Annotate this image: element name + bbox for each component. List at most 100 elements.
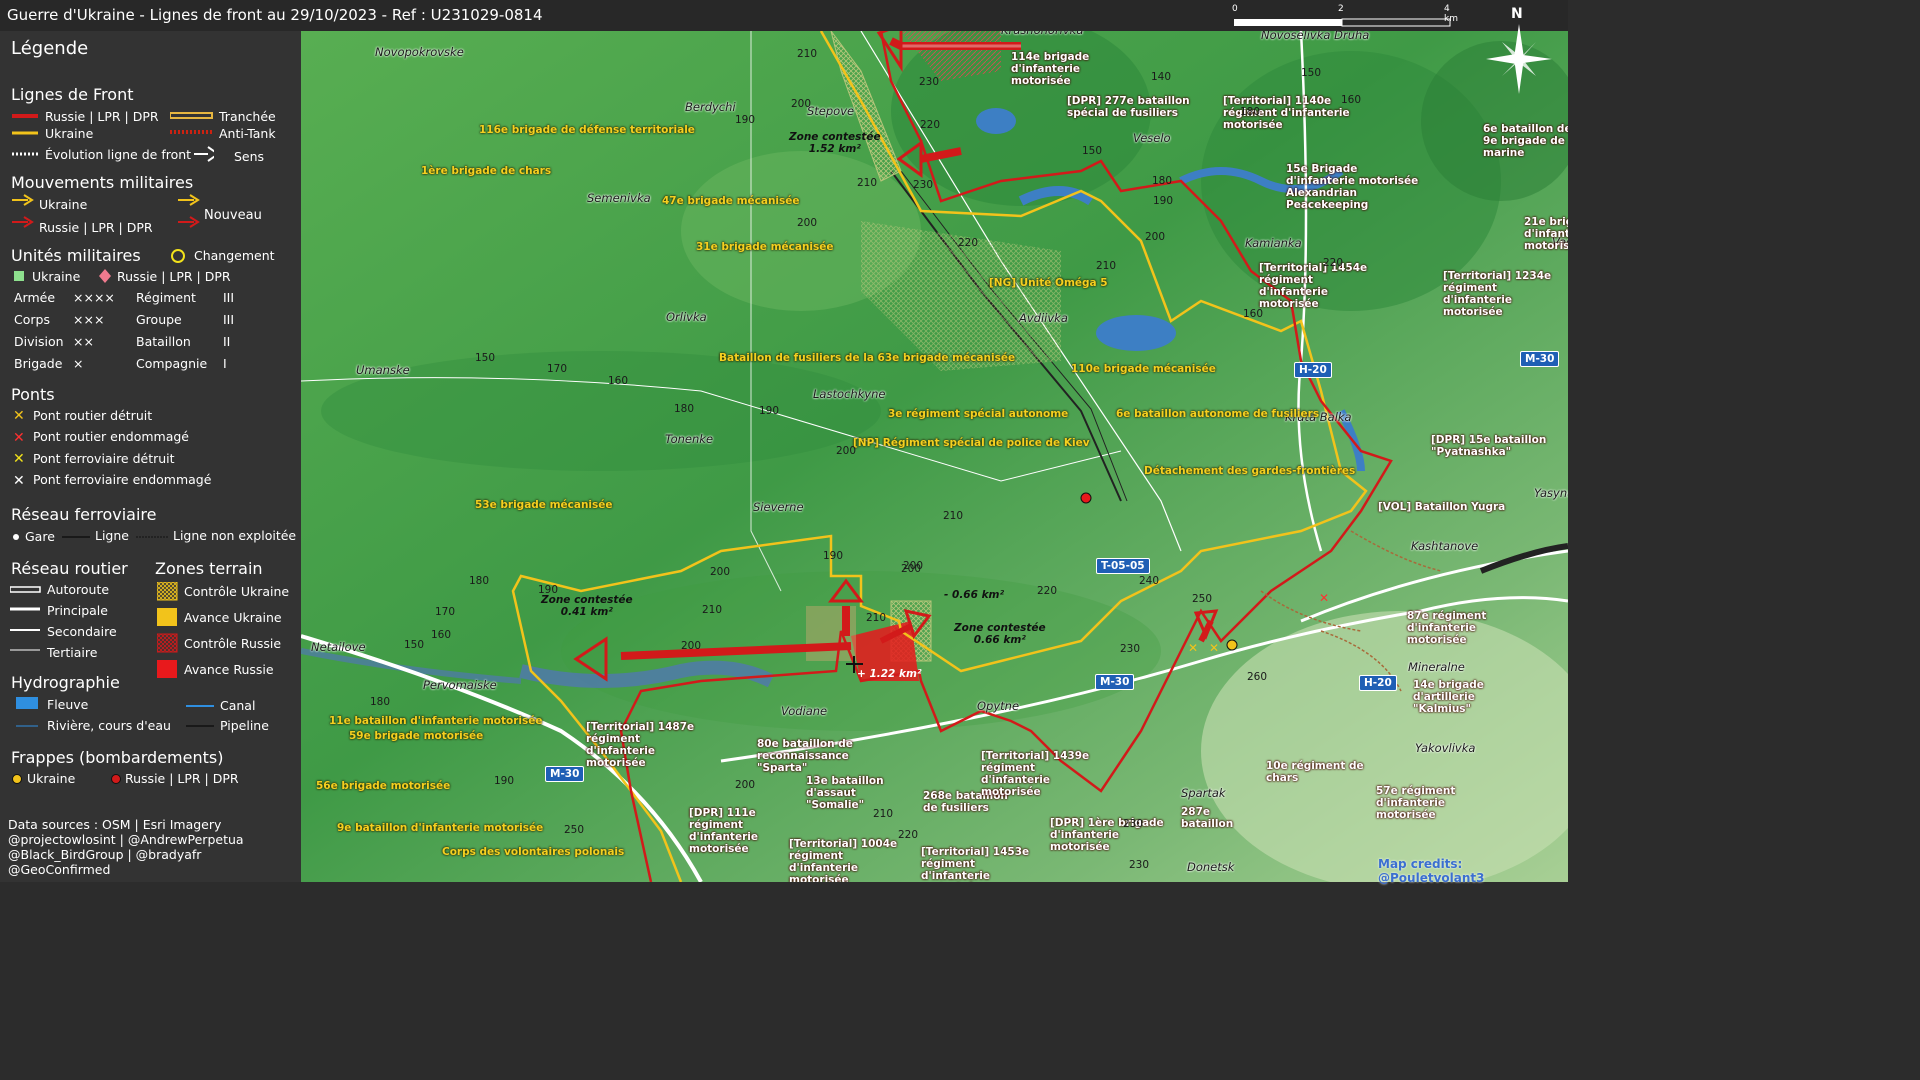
data-sources: Data sources : OSM | Esri Imagery @proje…	[8, 817, 244, 877]
ukraine-unit-label: 6e bataillon autonome de fusiliers	[1116, 408, 1320, 420]
ukraine-unit-label: 116e brigade de défense territoriale	[479, 124, 695, 136]
town-label: Stepove	[807, 104, 855, 118]
town-label: Spartak	[1181, 786, 1226, 800]
town-label: Yakovlivka	[1415, 741, 1476, 755]
rail-heading: Réseau ferroviaire	[11, 505, 157, 524]
scale-tick-2: 2	[1338, 4, 1344, 14]
elevation-label: 200	[836, 445, 857, 457]
town-label: Krasnohorivka	[1001, 31, 1083, 37]
road-shield: T-05-05	[1096, 558, 1150, 574]
legend-heading: Légende	[11, 38, 89, 59]
russia-unit-label: 87e régiment d'infanterie motorisée	[1407, 610, 1487, 646]
russia-unit-label: 13e bataillon d'assaut "Somalie"	[806, 775, 884, 811]
zone-title: Zone contestée	[954, 622, 1046, 634]
legend-hydro-pipeline: Pipeline	[220, 718, 269, 733]
russia-unit-label: [DPR] 15e bataillon "Pyatnashka"	[1431, 434, 1547, 458]
ukraine-unit-label: [NG] Unité Oméga 5	[989, 277, 1108, 289]
legend-hydro-stream: Rivière, cours d'eau	[47, 718, 171, 733]
contested-zone-label: Zone contestée 0.66 km²	[954, 622, 1046, 646]
zone-area: 0.41 km²	[560, 606, 613, 618]
source-line-1: Data sources : OSM | Esri Imagery	[8, 817, 222, 832]
source-line-4: @GeoConfirmed	[8, 862, 111, 877]
roads-heading: Réseau routier	[11, 559, 128, 578]
town-label: Lastochkyne	[813, 387, 886, 401]
elevation-label: 150	[404, 639, 425, 651]
ukraine-unit-label: 31e brigade mécanisée	[696, 241, 834, 253]
russia-unit-label: [Territorial] 1234e régiment d'infanteri…	[1443, 270, 1552, 318]
bridge-icons: ✕ ✕ ✕ ✕	[13, 408, 25, 489]
legend-bridge-3: Pont ferroviaire détruit	[33, 451, 175, 466]
elevation-label: 210	[866, 612, 887, 624]
elevation-label: 240	[1139, 575, 1160, 587]
town-label: Sieverne	[753, 500, 804, 514]
north-arrow: N	[1484, 6, 1554, 96]
unit-size-cell: Bataillon	[136, 334, 191, 349]
town-label: Veselo	[1133, 131, 1171, 145]
russia-unit-label: [Territorial] 1454e régiment d'infanteri…	[1259, 262, 1368, 310]
elevation-label: 200	[903, 560, 924, 572]
russia-unit-label: 287e bataillon	[1181, 806, 1234, 830]
russia-unit-label: 21e brigade d'infanterie motorisée	[1524, 216, 1568, 252]
town-label: Orlivka	[666, 310, 707, 324]
legend-terrain-3: Contrôle Russie	[184, 636, 282, 651]
elevation-label: 190	[1153, 195, 1174, 207]
zone-area: 1.52 km²	[808, 143, 861, 155]
legend-front-russia: Russie | LPR | DPR	[45, 109, 159, 124]
map-title: Guerre d'Ukraine - Lignes de front au 29…	[7, 6, 543, 24]
elevation-label: 200	[710, 566, 731, 578]
town-label: Semenivka	[587, 191, 651, 205]
legend-move-ukraine: Ukraine	[39, 197, 88, 212]
elevation-label: 230	[1129, 859, 1150, 871]
legend-unit-change: Changement	[194, 248, 275, 263]
unit-size-cell: ××××	[73, 290, 115, 305]
town-label: Novoselivka Druha	[1261, 31, 1370, 42]
svg-text:✕: ✕	[1319, 591, 1329, 605]
russia-unit-label: [DPR] 277e bataillon spécial de fusilier…	[1067, 95, 1190, 119]
svg-text:✕: ✕	[13, 430, 25, 446]
russia-unit-label: [DPR] 111e régiment d'infanterie motoris…	[689, 807, 758, 855]
elevation-label: 170	[435, 606, 456, 618]
legend-unit-russia: Russie | LPR | DPR	[117, 269, 231, 284]
elevation-label: 190	[735, 114, 756, 126]
legend-terrain-2: Avance Ukraine	[184, 610, 282, 625]
russia-unit-label: 10e régiment de chars	[1266, 760, 1364, 784]
russia-unit-label: 15e Brigade d'infanterie motorisée Alexa…	[1286, 163, 1419, 211]
road-shield: M-30	[1095, 674, 1135, 690]
unit-size-cell: ××	[73, 334, 94, 349]
elevation-label: 220	[920, 119, 941, 131]
source-line-2: @projectowlosint | @AndrewPerpetua	[8, 832, 244, 847]
terrain-swatches	[157, 582, 178, 678]
unit-size-cell: ×	[73, 356, 84, 371]
area-change-label: - 0.66 km²	[944, 589, 1005, 601]
elevation-label: 160	[1341, 94, 1362, 106]
legend-strike-ukraine: Ukraine	[27, 771, 76, 786]
russia-unit-label: [Territorial] 1439e régiment d'infanteri…	[981, 750, 1090, 798]
unit-size-cell: Régiment	[136, 290, 196, 305]
elevation-label: 220	[898, 829, 919, 841]
town-label: Pervomaiske	[423, 678, 497, 692]
elevation-label: 210	[1096, 260, 1117, 272]
legend-unit-ukraine: Ukraine	[32, 269, 81, 284]
map-canvas[interactable]: ✕ ✕ ✕ Krasnohorivka Novoselivka Druha Novo…	[301, 31, 1568, 882]
ukraine-unit-label: Détachement des gardes-frontières	[1144, 465, 1356, 477]
elevation-label: 210	[857, 177, 878, 189]
town-label: Yasynuvata	[1534, 486, 1568, 500]
town-label: Berdychi	[685, 100, 736, 114]
svg-text:✕: ✕	[13, 451, 25, 467]
terrain-heading: Zones terrain	[155, 559, 263, 578]
elevation-label: 260	[1247, 671, 1268, 683]
elevation-label: 180	[1152, 175, 1173, 187]
russia-unit-label: 114e brigade d'infanterie motorisée	[1011, 51, 1090, 87]
unit-size-cell: Groupe	[136, 312, 182, 327]
legend-road-1: Autoroute	[47, 582, 110, 597]
scale-bar-graphic	[1234, 18, 1451, 27]
ukraine-unit-label: Bataillon de fusiliers de la 63e brigade…	[719, 352, 1016, 364]
ukraine-unit-label: 11e bataillon d'infanterie motorisée	[329, 715, 543, 727]
elevation-label: 150	[475, 352, 496, 364]
contested-zone-label: Zone contestée 1.52 km²	[789, 131, 881, 155]
road-shield: H-20	[1294, 362, 1332, 378]
svg-text:✕: ✕	[13, 473, 25, 489]
ukraine-unit-label: 47e brigade mécanisée	[662, 195, 800, 207]
elevation-label: 180	[370, 696, 391, 708]
elevation-label: 200	[1145, 231, 1166, 243]
